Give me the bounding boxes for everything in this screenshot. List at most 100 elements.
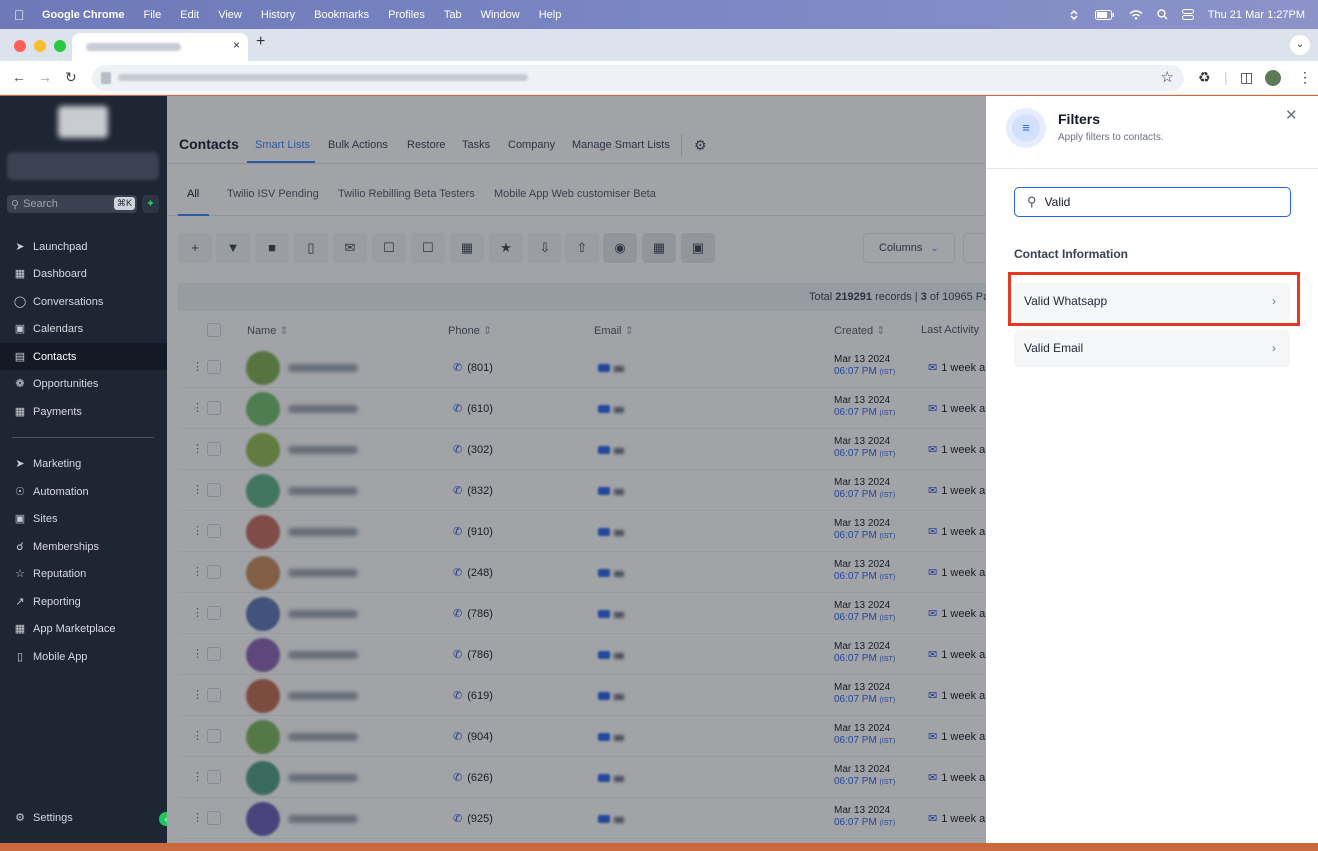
menubar-datetime[interactable]: Thu 21 Mar 1:27PM <box>1208 9 1305 21</box>
sidebar-item-label: Contacts <box>33 350 77 363</box>
sidebar-item-label: Memberships <box>33 540 100 553</box>
filter-option-valid-email[interactable]: Valid Email › <box>1014 330 1290 367</box>
filter-lines-icon: ≡ <box>1012 114 1040 142</box>
browser-tab[interactable]: × <box>72 33 248 61</box>
sidebar-item-opportunities[interactable]: ❁ Opportunities <box>0 370 167 397</box>
sidebar-item-payments[interactable]: ▦ Payments <box>0 398 167 425</box>
macos-menubar:  Google Chrome File Edit View History B… <box>0 0 1318 29</box>
reload-icon[interactable]: ↻ <box>65 69 77 86</box>
filters-subtitle: Apply filters to contacts. <box>1058 132 1164 143</box>
close-window-icon[interactable] <box>14 40 26 52</box>
quick-add-icon[interactable]: ✦ <box>142 195 159 213</box>
spotlight-search-icon[interactable] <box>1157 9 1168 20</box>
sidebar-item-memberships[interactable]: ☌ Memberships <box>0 533 167 560</box>
sidebar: ⚲ Search ⌘K ✦ ➤ Launchpad ▦ Dashboard ◯ Con… <box>0 96 173 843</box>
chevron-right-icon: › <box>1272 341 1276 355</box>
sidebar-item-label: Payments <box>33 405 82 418</box>
sidebar-item-label: App Marketplace <box>33 622 116 635</box>
menu-file[interactable]: File <box>144 9 162 21</box>
sidebar-item-reputation[interactable]: ☆ Reputation <box>0 560 167 587</box>
address-bar[interactable]: ☆ <box>92 65 1184 91</box>
star-icon: ☆ <box>15 568 25 580</box>
rocket-icon: ➤ <box>15 241 25 253</box>
extensions-puzzle-icon[interactable]: ♻ <box>1198 69 1211 86</box>
battery-icon[interactable] <box>1094 9 1115 20</box>
tab-title-redacted <box>86 43 181 51</box>
menu-history[interactable]: History <box>261 9 295 21</box>
sidebar-item-mobile-app[interactable]: ▯ Mobile App <box>0 643 167 670</box>
sidebar-item-label: Sites <box>33 512 58 525</box>
menu-bookmarks[interactable]: Bookmarks <box>314 9 369 21</box>
control-center-icon[interactable] <box>1181 9 1194 20</box>
sidebar-item-label: Dashboard <box>33 267 87 280</box>
send-icon: ➤ <box>15 458 25 470</box>
sidebar-item-dashboard[interactable]: ▦ Dashboard <box>0 260 167 287</box>
apple-logo-icon[interactable]:  <box>14 8 28 22</box>
wifi-icon[interactable] <box>1129 9 1143 20</box>
grid-icon: ▦ <box>14 268 26 280</box>
chrome-menu-icon[interactable]: ⋮ <box>1298 69 1312 86</box>
sidebar-item-label: Reporting <box>33 595 81 608</box>
menu-edit[interactable]: Edit <box>180 9 199 21</box>
search-icon: ⚲ <box>1027 194 1037 209</box>
bookmark-star-icon[interactable]: ☆ <box>1161 68 1174 86</box>
highlight-box <box>1008 272 1300 326</box>
sidebar-item-label: Reputation <box>33 567 87 580</box>
menu-profiles[interactable]: Profiles <box>388 9 425 21</box>
contacts-icon: ▤ <box>14 351 26 363</box>
sidebar-search-input[interactable]: ⚲ Search ⌘K <box>7 195 137 213</box>
marketplace-icon: ▦ <box>14 623 26 635</box>
menu-window[interactable]: Window <box>481 9 520 21</box>
new-tab-button[interactable]: + <box>256 33 265 51</box>
sidebar-item-sites[interactable]: ▣ Sites <box>0 505 167 532</box>
back-arrow-icon[interactable]: ← <box>12 69 26 85</box>
sidebar-item-label: Conversations <box>33 295 104 308</box>
sites-icon: ▣ <box>14 513 26 525</box>
site-info-icon[interactable] <box>101 72 111 84</box>
reporting-icon: ↗ <box>15 596 25 608</box>
automation-icon: ☉ <box>15 486 25 498</box>
side-panel-icon[interactable]: ◫ <box>1240 69 1253 86</box>
close-icon[interactable]: ✕ <box>1285 106 1298 124</box>
account-switcher-redacted[interactable] <box>7 152 159 180</box>
sidebar-item-automation[interactable]: ☉ Automation <box>0 478 167 505</box>
control-arrows-icon[interactable] <box>1067 9 1081 20</box>
search-icon: ⚲ <box>11 198 20 211</box>
menu-app-name[interactable]: Google Chrome <box>42 9 125 21</box>
close-tab-icon[interactable]: × <box>233 38 240 52</box>
sidebar-item-app-marketplace[interactable]: ▦ App Marketplace <box>0 615 167 642</box>
filter-search-field[interactable]: ⚲ <box>1014 187 1291 217</box>
sidebar-item-settings[interactable]: ⚙ Settings <box>0 804 167 831</box>
url-redacted <box>118 74 528 81</box>
filters-drawer: ≡ Filters Apply filters to contacts. ✕ ⚲… <box>986 96 1318 843</box>
menu-tab[interactable]: Tab <box>444 9 462 21</box>
sidebar-item-calendars[interactable]: ▣ Calendars <box>0 315 167 342</box>
company-logo-redacted <box>58 106 108 138</box>
sidebar-item-contacts[interactable]: ▤ Contacts <box>0 343 167 370</box>
section-heading-contact-information: Contact Information <box>1014 247 1128 261</box>
gear-icon: ⚙ <box>15 812 25 824</box>
payments-icon: ▦ <box>14 406 26 418</box>
tab-search-chevron-icon[interactable]: ⌄ <box>1290 35 1310 55</box>
menu-help[interactable]: Help <box>539 9 562 21</box>
profile-avatar[interactable] <box>1265 70 1281 86</box>
filters-title: Filters <box>1058 111 1101 127</box>
menu-view[interactable]: View <box>218 9 242 21</box>
sidebar-item-label: Settings <box>33 811 73 824</box>
chat-icon: ◯ <box>13 296 27 308</box>
minimize-window-icon[interactable] <box>34 40 46 52</box>
sidebar-search-placeholder: Search <box>23 198 58 210</box>
sidebar-item-label: Automation <box>33 485 89 498</box>
filter-search-input[interactable] <box>1044 195 1265 209</box>
forward-arrow-icon[interactable]: → <box>38 69 52 85</box>
sidebar-item-label: Opportunities <box>33 377 99 390</box>
toolbar-divider: | <box>1224 69 1228 85</box>
app-window: ⚲ Search ⌘K ✦ ➤ Launchpad ▦ Dashboard ◯ Con… <box>0 96 1318 843</box>
sidebar-item-reporting[interactable]: ↗ Reporting <box>0 588 167 615</box>
sidebar-item-conversations[interactable]: ◯ Conversations <box>0 288 167 315</box>
sidebar-item-launchpad[interactable]: ➤ Launchpad <box>0 233 167 260</box>
sidebar-item-marketing[interactable]: ➤ Marketing <box>0 450 167 477</box>
maximize-window-icon[interactable] <box>54 40 66 52</box>
sidebar-item-label: Mobile App <box>33 650 88 663</box>
sidebar-item-label: Launchpad <box>33 240 88 253</box>
